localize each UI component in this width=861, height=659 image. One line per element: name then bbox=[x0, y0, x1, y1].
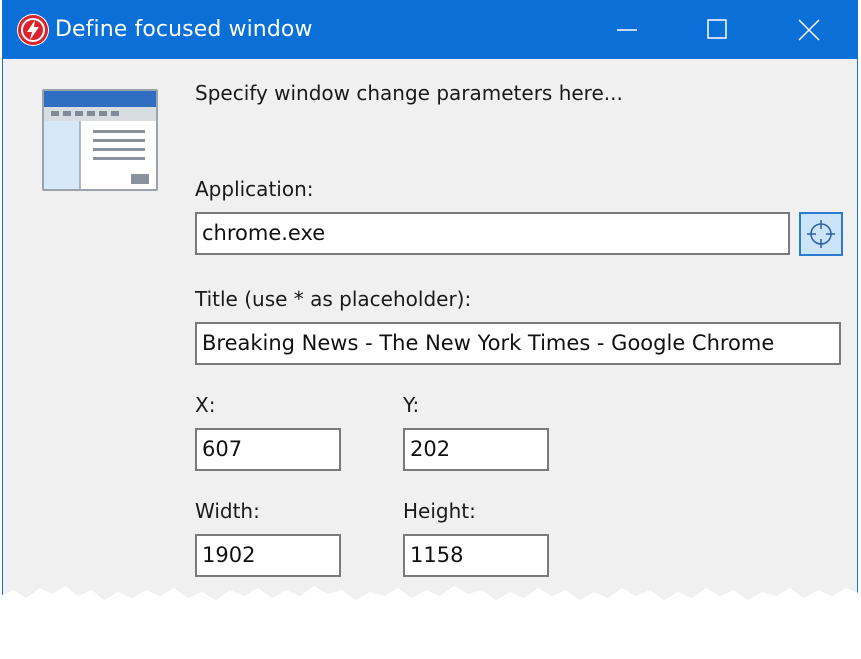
width-label: Width: bbox=[195, 499, 260, 523]
x-label: X: bbox=[195, 393, 216, 417]
close-icon bbox=[798, 19, 820, 41]
dialog-window: Define focused window Specify window cha… bbox=[2, 0, 858, 640]
title-input[interactable]: Breaking News - The New York Times - Goo… bbox=[195, 322, 841, 365]
lightning-bolt-icon bbox=[17, 14, 49, 46]
minimize-icon bbox=[617, 29, 637, 31]
torn-edge-decoration bbox=[0, 586, 861, 659]
x-input[interactable]: 607 bbox=[195, 428, 341, 471]
maximize-icon bbox=[707, 19, 727, 39]
application-input[interactable]: chrome.exe bbox=[195, 212, 790, 255]
title-label: Title (use * as placeholder): bbox=[195, 287, 472, 311]
y-label: Y: bbox=[403, 393, 420, 417]
minimize-button[interactable] bbox=[581, 0, 673, 59]
window-layout-icon bbox=[41, 88, 161, 198]
description-text: Specify window change parameters here... bbox=[195, 81, 623, 105]
pick-window-button[interactable] bbox=[799, 212, 843, 256]
maximize-button[interactable] bbox=[671, 0, 763, 59]
application-label: Application: bbox=[195, 177, 314, 201]
y-input[interactable]: 202 bbox=[403, 428, 549, 471]
height-label: Height: bbox=[403, 499, 476, 523]
crosshair-target-icon bbox=[807, 220, 835, 248]
window-title: Define focused window bbox=[55, 17, 313, 42]
close-button[interactable] bbox=[761, 0, 853, 59]
title-bar[interactable]: Define focused window bbox=[3, 0, 857, 59]
